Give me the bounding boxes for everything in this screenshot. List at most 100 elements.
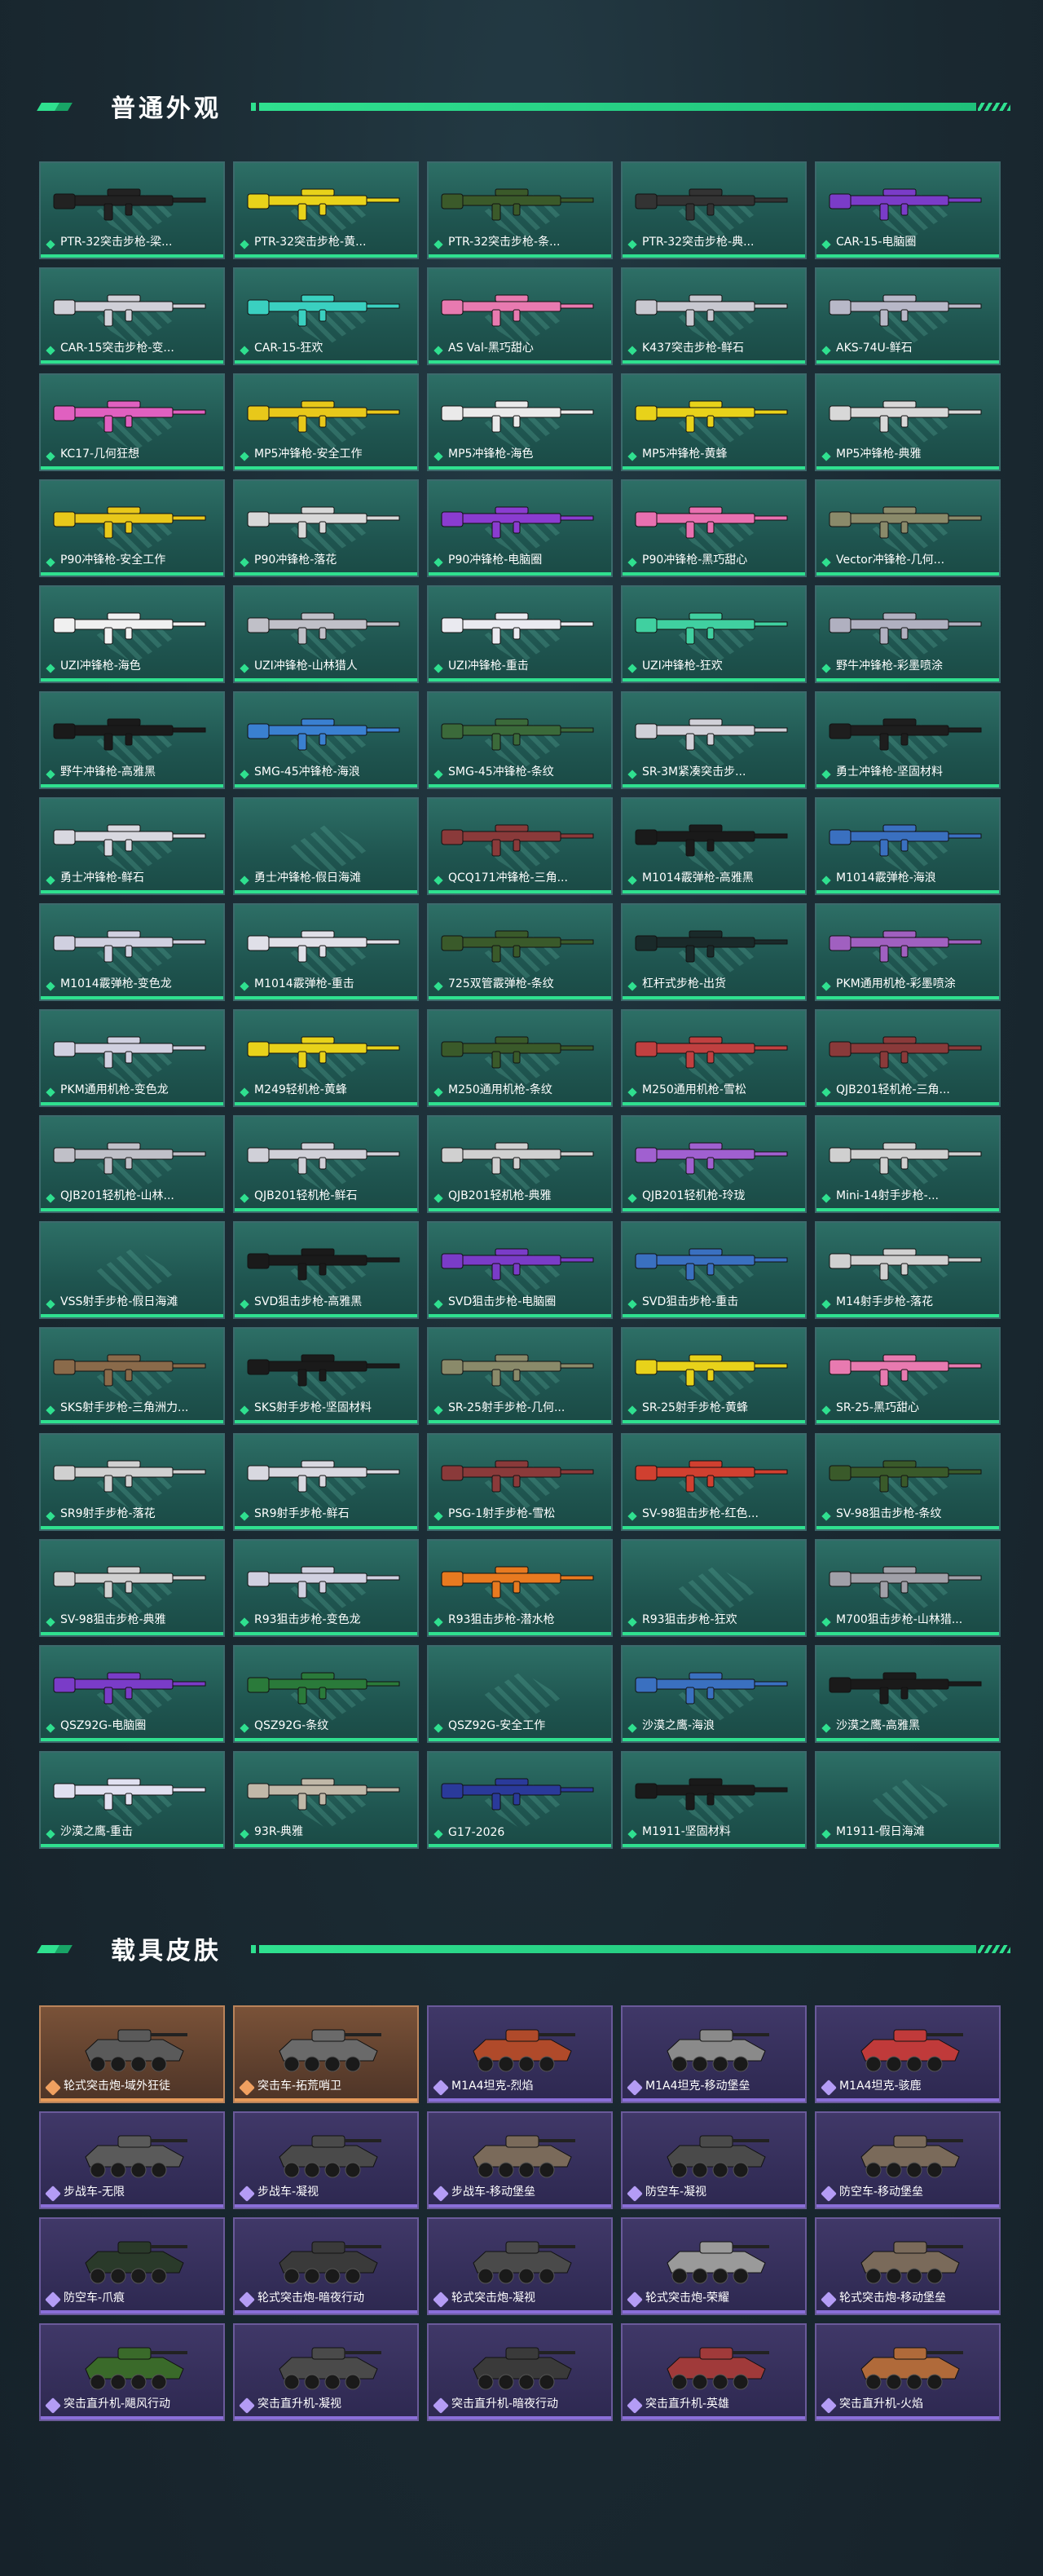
weapon-skin-card[interactable]: SR9射手步枪-鲜石 [233,1433,419,1531]
vehicle-skin-card[interactable]: 步战车-凝视 [233,2111,419,2209]
weapon-skin-card[interactable]: SMG-45冲锋枪-海浪 [233,691,419,789]
weapon-skin-card[interactable]: P90冲锋枪-落花 [233,479,419,577]
weapon-skin-card[interactable]: SR-25-黑巧甜心 [815,1327,1001,1425]
weapon-skin-card[interactable]: M1014霰弹枪-变色龙 [39,903,225,1001]
vehicle-skin-card[interactable]: 防空车-凝视 [621,2111,807,2209]
weapon-skin-card[interactable]: UZI冲锋枪-海色 [39,585,225,683]
weapon-skin-card[interactable]: M1014霰弹枪-海浪 [815,797,1001,895]
weapon-skin-card[interactable]: PSG-1射手步枪-雪松 [427,1433,613,1531]
weapon-skin-card[interactable]: SVD狙击步枪-重击 [621,1221,807,1319]
weapon-skin-card[interactable]: PKM通用机枪-彩墨喷涂 [815,903,1001,1001]
vehicle-skin-card[interactable]: 步战车-移动堡垒 [427,2111,613,2209]
vehicle-skin-card[interactable]: 轮式突击炮-移动堡垒 [815,2217,1001,2315]
weapon-skin-card[interactable]: M249轻机枪-黄蜂 [233,1009,419,1107]
weapon-skin-card[interactable]: SR9射手步枪-落花 [39,1433,225,1531]
weapon-skin-card[interactable]: PTR-32突击步枪-黄... [233,161,419,259]
weapon-skin-card[interactable]: AS Val-黑巧甜心 [427,267,613,365]
weapon-skin-card[interactable]: Mini-14射手步枪-... [815,1115,1001,1213]
weapon-skin-card[interactable]: CAR-15-电脑圈 [815,161,1001,259]
weapon-skin-card[interactable]: PTR-32突击步枪-典... [621,161,807,259]
weapon-skin-card[interactable]: 勇士冲锋枪-假日海滩 [233,797,419,895]
vehicle-skin-card[interactable]: 突击直升机-凝视 [233,2323,419,2421]
weapon-skin-card[interactable]: M1911-坚固材料 [621,1751,807,1849]
weapon-skin-card[interactable]: MP5冲锋枪-安全工作 [233,373,419,471]
weapon-skin-card[interactable]: QJB201轻机枪-三角... [815,1009,1001,1107]
weapon-skin-card[interactable]: PKM通用机枪-变色龙 [39,1009,225,1107]
weapon-skin-card[interactable]: UZI冲锋枪-山林猎人 [233,585,419,683]
vehicle-skin-card[interactable]: 突击直升机-飓风行动 [39,2323,225,2421]
weapon-skin-card[interactable]: CAR-15突击步枪-变... [39,267,225,365]
weapon-skin-card[interactable]: QCQ171冲锋枪-三角... [427,797,613,895]
vehicle-skin-card[interactable]: M1A4坦克-烈焰 [427,2005,613,2103]
weapon-skin-card[interactable]: M250通用机枪-条纹 [427,1009,613,1107]
weapon-skin-card[interactable]: 沙漠之鹰-高雅黑 [815,1645,1001,1743]
vehicle-skin-card[interactable]: 轮式突击炮-暗夜行动 [233,2217,419,2315]
vehicle-skin-card[interactable]: 突击直升机-英雄 [621,2323,807,2421]
weapon-skin-card[interactable]: QSZ92G-安全工作 [427,1645,613,1743]
weapon-skin-card[interactable]: 杠杆式步枪-出货 [621,903,807,1001]
weapon-skin-card[interactable]: SMG-45冲锋枪-条纹 [427,691,613,789]
weapon-skin-card[interactable]: PTR-32突击步枪-梁... [39,161,225,259]
vehicle-skin-card[interactable]: 防空车-爪痕 [39,2217,225,2315]
weapon-skin-card[interactable]: M250通用机枪-雪松 [621,1009,807,1107]
weapon-skin-card[interactable]: KC17-几何狂想 [39,373,225,471]
vehicle-skin-card[interactable]: 突击直升机-暗夜行动 [427,2323,613,2421]
weapon-skin-card[interactable]: 93R-典雅 [233,1751,419,1849]
weapon-skin-card[interactable]: QSZ92G-条纹 [233,1645,419,1743]
weapon-skin-card[interactable]: MP5冲锋枪-典雅 [815,373,1001,471]
weapon-skin-card[interactable]: M14射手步枪-落花 [815,1221,1001,1319]
vehicle-skin-card[interactable]: 突击车-拓荒哨卫 [233,2005,419,2103]
vehicle-skin-card[interactable]: 轮式突击炮-域外狂徒 [39,2005,225,2103]
weapon-skin-card[interactable]: R93狙击步枪-变色龙 [233,1539,419,1637]
weapon-skin-card[interactable]: SVD狙击步枪-高雅黑 [233,1221,419,1319]
weapon-skin-card[interactable]: 沙漠之鹰-重击 [39,1751,225,1849]
weapon-skin-card[interactable]: P90冲锋枪-安全工作 [39,479,225,577]
weapon-skin-card[interactable]: SV-98狙击步枪-典雅 [39,1539,225,1637]
weapon-skin-card[interactable]: QJB201轻机枪-典雅 [427,1115,613,1213]
weapon-skin-card[interactable]: QJB201轻机枪-山林... [39,1115,225,1213]
weapon-skin-card[interactable]: SV-98狙击步枪-红色... [621,1433,807,1531]
weapon-skin-card[interactable]: SR-25射手步枪-黄蜂 [621,1327,807,1425]
weapon-skin-card[interactable]: MP5冲锋枪-黄蜂 [621,373,807,471]
weapon-skin-card[interactable]: UZI冲锋枪-狂欢 [621,585,807,683]
weapon-skin-card[interactable]: 勇士冲锋枪-鲜石 [39,797,225,895]
vehicle-skin-card[interactable]: 轮式突击炮-荣耀 [621,2217,807,2315]
vehicle-skin-card[interactable]: M1A4坦克-骇鹿 [815,2005,1001,2103]
weapon-skin-card[interactable]: QJB201轻机枪-鲜石 [233,1115,419,1213]
weapon-skin-card[interactable]: M1911-假日海滩 [815,1751,1001,1849]
weapon-skin-card[interactable]: Vector冲锋枪-几何... [815,479,1001,577]
weapon-skin-card[interactable]: K437突击步枪-鲜石 [621,267,807,365]
weapon-skin-card[interactable]: P90冲锋枪-电脑圈 [427,479,613,577]
weapon-skin-card[interactable]: M1014霰弹枪-重击 [233,903,419,1001]
weapon-skin-card[interactable]: 野牛冲锋枪-高雅黑 [39,691,225,789]
weapon-skin-card[interactable]: M700狙击步枪-山林猎... [815,1539,1001,1637]
weapon-skin-card[interactable]: P90冲锋枪-黑巧甜心 [621,479,807,577]
weapon-skin-card[interactable]: QSZ92G-电脑圈 [39,1645,225,1743]
vehicle-skin-card[interactable]: 突击直升机-火焰 [815,2323,1001,2421]
weapon-skin-card[interactable]: 勇士冲锋枪-坚固材料 [815,691,1001,789]
weapon-skin-card[interactable]: SR-3M紧凑突击步... [621,691,807,789]
weapon-skin-card[interactable]: 725双管霰弹枪-条纹 [427,903,613,1001]
weapon-skin-card[interactable]: R93狙击步枪-狂欢 [621,1539,807,1637]
weapon-skin-card[interactable]: 野牛冲锋枪-彩墨喷涂 [815,585,1001,683]
weapon-skin-card[interactable]: M1014霰弹枪-高雅黑 [621,797,807,895]
vehicle-skin-card[interactable]: 步战车-无限 [39,2111,225,2209]
weapon-skin-card[interactable]: 沙漠之鹰-海浪 [621,1645,807,1743]
weapon-skin-card[interactable]: PTR-32突击步枪-条... [427,161,613,259]
weapon-skin-card[interactable]: SKS射手步枪-三角洲力... [39,1327,225,1425]
weapon-skin-card[interactable]: G17-2026 [427,1751,613,1849]
weapon-skin-card[interactable]: UZI冲锋枪-重击 [427,585,613,683]
weapon-skin-card[interactable]: SV-98狙击步枪-条纹 [815,1433,1001,1531]
vehicle-skin-card[interactable]: 轮式突击炮-凝视 [427,2217,613,2315]
weapon-skin-card[interactable]: SVD狙击步枪-电脑圈 [427,1221,613,1319]
weapon-skin-card[interactable]: SKS射手步枪-坚固材料 [233,1327,419,1425]
vehicle-skin-card[interactable]: M1A4坦克-移动堡垒 [621,2005,807,2103]
weapon-skin-card[interactable]: SR-25射手步枪-几何... [427,1327,613,1425]
weapon-skin-card[interactable]: VSS射手步枪-假日海滩 [39,1221,225,1319]
vehicle-skin-card[interactable]: 防空车-移动堡垒 [815,2111,1001,2209]
weapon-skin-card[interactable]: MP5冲锋枪-海色 [427,373,613,471]
weapon-skin-card[interactable]: QJB201轻机枪-玲珑 [621,1115,807,1213]
weapon-skin-card[interactable]: CAR-15-狂欢 [233,267,419,365]
weapon-skin-card[interactable]: AKS-74U-鲜石 [815,267,1001,365]
weapon-skin-card[interactable]: R93狙击步枪-潜水枪 [427,1539,613,1637]
